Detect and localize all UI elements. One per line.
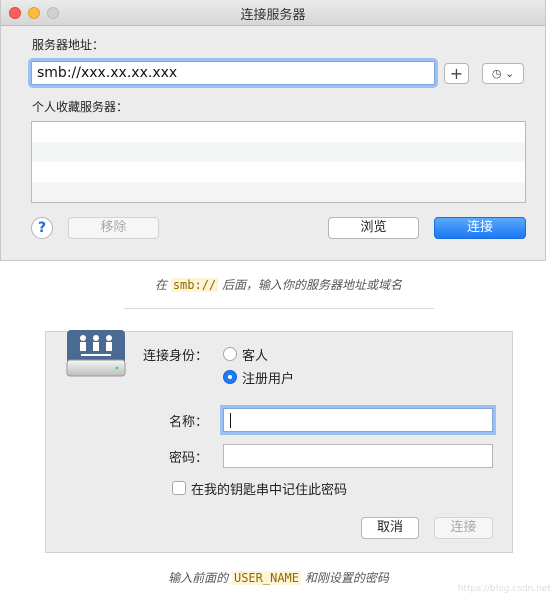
- name-label: 名称：: [169, 415, 209, 430]
- title-bar: 连接服务器: [1, 0, 545, 26]
- password-input[interactable]: [223, 444, 493, 468]
- registered-user-radio[interactable]: [223, 370, 237, 384]
- text-caret: [230, 413, 231, 428]
- caption-code: smb://: [170, 278, 219, 292]
- help-button[interactable]: ?: [31, 217, 53, 239]
- guest-radio[interactable]: [223, 347, 237, 361]
- login-connect-button[interactable]: 连接: [434, 517, 493, 539]
- login-dialog: 连接身份： 客人 注册用户 名称： 密码： 在我的钥匙串中记住此密码 取消 连接: [45, 330, 513, 553]
- divider: [124, 308, 434, 309]
- name-input[interactable]: [223, 408, 493, 432]
- watermark: https://blog.csdn.net: [457, 584, 551, 594]
- favorite-servers-label: 个人收藏服务器：: [32, 100, 129, 114]
- favorite-servers-list[interactable]: [31, 121, 526, 203]
- caption-text: 输入前面的: [168, 571, 232, 585]
- list-item[interactable]: [32, 122, 525, 142]
- connect-server-dialog: 连接服务器 服务器地址： smb://xxx.xx.xx.xxx + ◷ ⌄ 个…: [0, 0, 546, 261]
- connect-as-label: 连接身份：: [143, 349, 209, 364]
- list-item[interactable]: [32, 142, 525, 162]
- server-address-label: 服务器地址：: [32, 38, 105, 52]
- list-item[interactable]: [32, 182, 525, 202]
- recent-servers-button[interactable]: ◷ ⌄: [482, 63, 524, 84]
- caption-code: USER_NAME: [231, 571, 302, 585]
- remember-password-checkbox[interactable]: [172, 481, 186, 495]
- window-title: 连接服务器: [240, 8, 306, 23]
- connect-button[interactable]: 连接: [434, 217, 526, 239]
- caption-server-address: 在 smb:// 后面，输入你的服务器地址或域名: [0, 276, 557, 293]
- add-favorite-button[interactable]: +: [444, 63, 469, 84]
- caption-text: 在: [154, 278, 171, 292]
- server-address-input[interactable]: smb://xxx.xx.xx.xxx: [31, 61, 435, 85]
- guest-label: 客人: [242, 349, 269, 364]
- remember-password-label: 在我的钥匙串中记住此密码: [191, 483, 348, 498]
- browse-button[interactable]: 浏览: [328, 217, 419, 239]
- caption-text: 和刚设置的密码: [301, 571, 389, 585]
- caption-text: 后面，输入你的服务器地址或域名: [218, 278, 402, 292]
- registered-user-label: 注册用户: [242, 372, 295, 387]
- network-drive-icon: [66, 330, 126, 377]
- list-item[interactable]: [32, 162, 525, 182]
- cancel-button[interactable]: 取消: [361, 517, 419, 539]
- password-label: 密码：: [169, 451, 209, 466]
- remove-button[interactable]: 移除: [68, 217, 159, 239]
